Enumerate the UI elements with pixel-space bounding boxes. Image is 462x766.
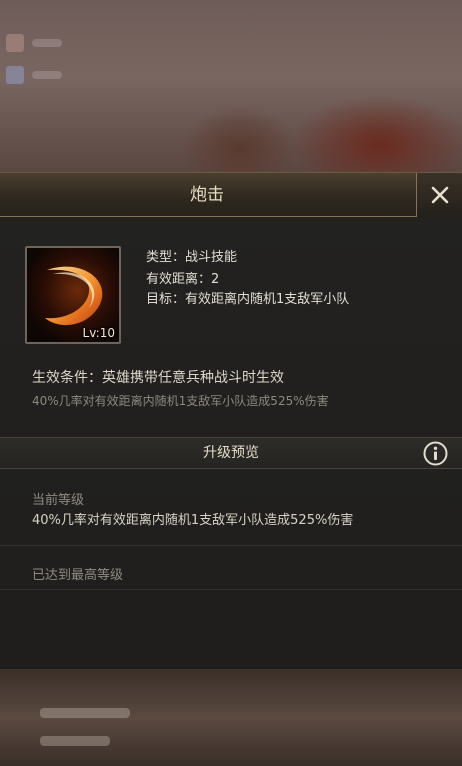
max-level-text: 已达到最高等级 <box>32 568 124 583</box>
skill-icon-frame: Lv:10 <box>25 246 121 344</box>
skill-type-text: 类型：战斗技能 <box>146 250 238 265</box>
blurred-text <box>32 39 62 47</box>
skill-range-text: 有效距离：2 <box>146 272 220 287</box>
background-scene-bottom <box>0 670 462 766</box>
skill-target-text: 目标：有效距离内随机1支敌军小队 <box>146 292 350 307</box>
dialog-title: 炮击 <box>190 185 224 205</box>
blurred-icon <box>6 34 24 52</box>
close-icon <box>431 186 448 204</box>
blurred-icon <box>6 66 24 84</box>
info-button[interactable] <box>423 441 448 466</box>
blurred-text <box>32 71 62 79</box>
blurred-text <box>40 708 130 718</box>
divider <box>0 545 462 546</box>
upgrade-preview-header: 升级预览 <box>0 437 462 469</box>
background-scene-top <box>0 0 462 172</box>
current-level-label: 当前等级 <box>32 493 85 508</box>
info-icon <box>423 441 448 466</box>
dialog-title-bar: 炮击 <box>0 173 462 217</box>
skill-effect-text: 40%几率对有效距离内随机1支敌军小队造成525%伤害 <box>32 394 329 408</box>
blurred-text <box>40 736 110 746</box>
current-level-effect: 40%几率对有效距离内随机1支敌军小队造成525%伤害 <box>32 513 354 528</box>
skill-detail-dialog: 炮击 Lv:10 类型：战斗技能 有效距离：2 目标：有效距离内随机1支敌军小队… <box>0 172 462 670</box>
close-button[interactable] <box>416 173 462 217</box>
skill-condition-text: 生效条件：英雄携带任意兵种战斗时生效 <box>32 370 284 386</box>
skill-level-label: Lv:10 <box>82 326 115 340</box>
divider <box>0 589 462 590</box>
upgrade-preview-title: 升级预览 <box>203 445 259 461</box>
